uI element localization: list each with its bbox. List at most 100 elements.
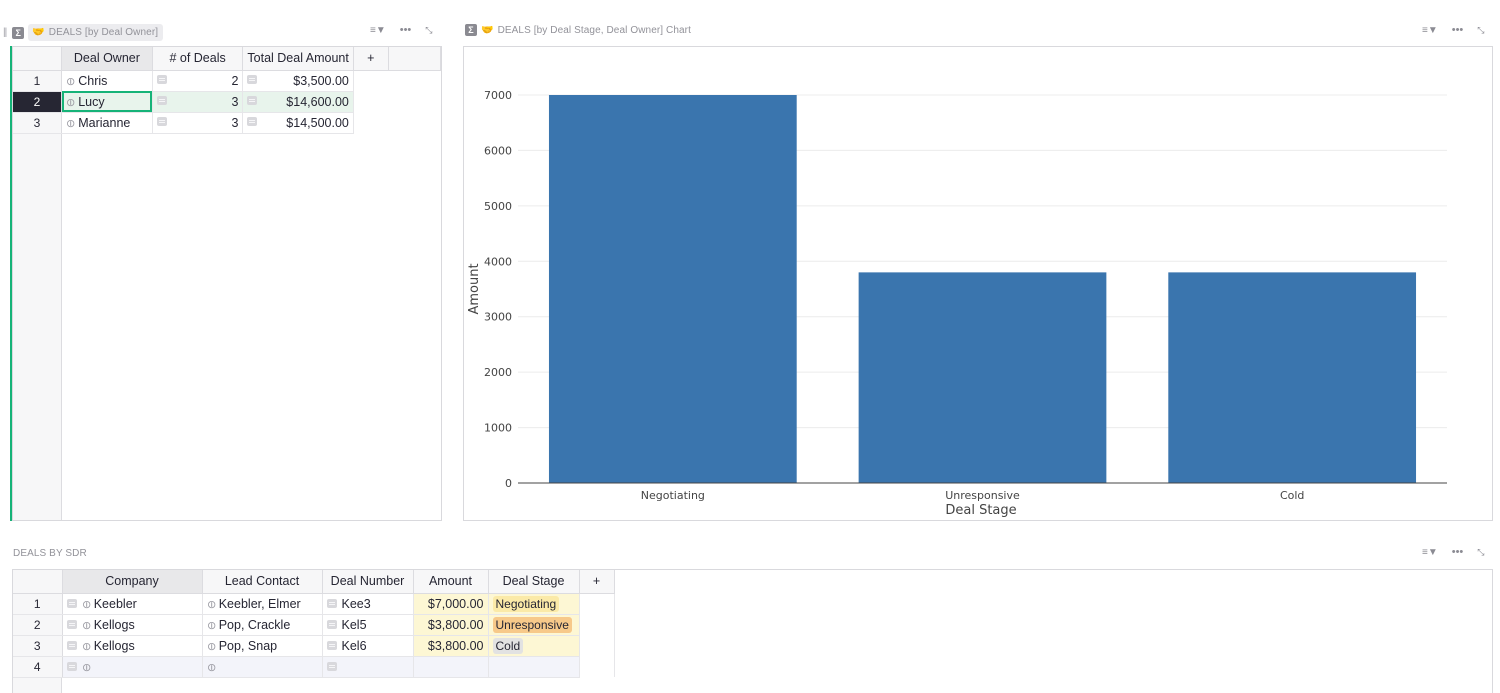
table-row[interactable]: 3 ⊘Marianne 3 $14,500.00	[13, 112, 441, 134]
company-cell[interactable]: ⊘Keebler	[62, 593, 203, 615]
chart-container[interactable]: 0 1000 2000 3000 4000 5000 6000 7000 Negotiating…	[463, 46, 1493, 521]
deals-by-sdr-table[interactable]: Company Lead Contact Deal Number Amount …	[12, 569, 1493, 693]
row-number[interactable]: 2	[13, 91, 63, 113]
more-icon[interactable]: •••	[400, 24, 412, 36]
deal-stage-cell[interactable]: Cold	[488, 635, 580, 657]
chart-widget-title[interactable]: DEALS [by Deal Stage, Deal Owner] Chart	[498, 25, 691, 36]
deal-owner-cell[interactable]: ⊘Marianne	[61, 112, 153, 134]
row-number[interactable]: 3	[13, 112, 63, 134]
expand-icon[interactable]: ⤡	[425, 25, 432, 36]
y-tick-label: 6000	[484, 144, 512, 157]
link-icon: ⊘	[78, 638, 94, 654]
row-number[interactable]: 4	[13, 656, 63, 678]
x-tick-label: Unresponsive	[945, 489, 1020, 502]
reference-icon	[66, 598, 77, 608]
deal-number-cell[interactable]: Kee3	[322, 593, 414, 615]
lead-contact-text: Pop, Snap	[218, 638, 278, 653]
sort-filter-icon[interactable]: ≡▼	[1422, 25, 1438, 36]
num-deals-text: 3	[231, 115, 239, 130]
grip-icon[interactable]: ||	[3, 27, 7, 38]
link-icon: ⊘	[63, 73, 79, 89]
total-amount-cell[interactable]: $3,500.00	[242, 70, 354, 92]
row-number[interactable]: 3	[13, 635, 63, 657]
header-filler	[388, 47, 441, 71]
table-row-add[interactable]: 4 ⊘ ⊘	[13, 656, 615, 678]
reference-icon	[326, 661, 337, 671]
deal-stage-cell[interactable]: Negotiating	[488, 593, 580, 615]
column-header-num-deals[interactable]: # of Deals	[152, 47, 244, 71]
corner-cell[interactable]	[13, 570, 63, 594]
deal-stage-tag: Negotiating	[492, 595, 560, 612]
deal-number-cell[interactable]: Kel5	[322, 614, 414, 636]
sort-filter-icon[interactable]: ≡▼	[370, 25, 386, 36]
y-tick-label: 1000	[484, 422, 512, 435]
add-column-button[interactable]: +	[579, 570, 615, 594]
total-amount-cell[interactable]: $14,600.00	[242, 91, 354, 113]
deal-stage-cell[interactable]	[488, 656, 580, 678]
more-icon[interactable]: •••	[1452, 24, 1464, 36]
column-header-lead-contact[interactable]: Lead Contact	[202, 570, 323, 594]
bar[interactable]	[858, 272, 1107, 483]
deal-number-cell[interactable]	[322, 656, 414, 678]
column-header-amount[interactable]: Amount	[413, 570, 489, 594]
amount-cell[interactable]: $7,000.00	[413, 593, 489, 615]
x-tick-label: Negotiating	[641, 489, 705, 502]
deal-stage-cell[interactable]: Unresponsive	[488, 614, 580, 636]
column-header-deal-owner[interactable]: Deal Owner	[61, 47, 153, 71]
row-number[interactable]: 1	[13, 593, 63, 615]
bar[interactable]	[1168, 272, 1417, 483]
company-cell[interactable]: ⊘Kellogs	[62, 635, 203, 657]
deal-number-text: Kel5	[341, 617, 367, 632]
company-cell[interactable]: ⊘	[62, 656, 203, 678]
lead-contact-text: Keebler, Elmer	[218, 596, 301, 611]
table-row[interactable]: 2 ⊘Lucy 3 $14,600.00	[13, 91, 441, 113]
left-widget-title: DEALS [by Deal Owner]	[48, 27, 159, 38]
company-text: Kellogs	[93, 638, 135, 653]
deals-by-owner-table[interactable]: Deal Owner # of Deals Total Deal Amount …	[12, 46, 442, 521]
bar[interactable]	[548, 95, 797, 483]
y-tick-label: 5000	[484, 200, 512, 213]
amount-cell[interactable]: $3,800.00	[413, 614, 489, 636]
total-amount-text: $14,500.00	[286, 115, 349, 130]
table-row[interactable]: 1 ⊘Keebler ⊘Keebler, Elmer Kee3 $7,000.0…	[13, 593, 615, 615]
more-icon[interactable]: •••	[1452, 546, 1464, 558]
table-row[interactable]: 2 ⊘Kellogs ⊘Pop, Crackle Kel5 $3,800.00 …	[13, 614, 615, 636]
corner-cell[interactable]	[13, 47, 63, 71]
deal-owner-cell[interactable]: ⊘Lucy	[61, 91, 153, 113]
bottom-widget-title[interactable]: DEALS BY SDR	[13, 548, 87, 559]
deal-owner-text: Chris	[78, 73, 108, 88]
add-column-button[interactable]: +	[353, 47, 389, 71]
column-header-total-amount[interactable]: Total Deal Amount	[242, 47, 354, 71]
deal-stage-tag: Unresponsive	[492, 616, 572, 633]
left-widget-title-chip[interactable]: 🤝 DEALS [by Deal Owner]	[28, 24, 164, 41]
table-row[interactable]: 1 ⊘Chris 2 $3,500.00	[13, 70, 441, 92]
lead-contact-cell[interactable]: ⊘Keebler, Elmer	[202, 593, 323, 615]
column-header-company[interactable]: Company	[62, 570, 203, 594]
amount-cell[interactable]	[413, 656, 489, 678]
column-header-deal-number[interactable]: Deal Number	[322, 570, 414, 594]
link-icon: ⊘	[203, 638, 219, 654]
table-row[interactable]: 3 ⊘Kellogs ⊘Pop, Snap Kel6 $3,800.00 Col…	[13, 635, 615, 657]
deal-stage-tag: Cold	[492, 637, 524, 654]
lead-contact-cell[interactable]: ⊘Pop, Snap	[202, 635, 323, 657]
deal-owner-cell[interactable]: ⊘Chris	[61, 70, 153, 92]
num-deals-cell[interactable]: 2	[152, 70, 244, 92]
total-amount-cell[interactable]: $14,500.00	[242, 112, 354, 134]
lead-contact-cell[interactable]: ⊘	[202, 656, 323, 678]
company-text: Kellogs	[93, 617, 135, 632]
deal-number-cell[interactable]: Kel6	[322, 635, 414, 657]
y-tick-label: 7000	[484, 89, 512, 102]
link-icon: ⊘	[78, 659, 94, 675]
lead-contact-cell[interactable]: ⊘Pop, Crackle	[202, 614, 323, 636]
bar-chart[interactable]: 0 1000 2000 3000 4000 5000 6000 7000 Negotiating…	[464, 47, 1492, 520]
expand-icon[interactable]: ⤡	[1477, 547, 1484, 558]
column-header-deal-stage[interactable]: Deal Stage	[488, 570, 580, 594]
num-deals-cell[interactable]: 3	[152, 91, 244, 113]
row-number[interactable]: 1	[13, 70, 63, 92]
company-cell[interactable]: ⊘Kellogs	[62, 614, 203, 636]
expand-icon[interactable]: ⤡	[1477, 25, 1484, 36]
amount-cell[interactable]: $3,800.00	[413, 635, 489, 657]
row-number[interactable]: 2	[13, 614, 63, 636]
sort-filter-icon[interactable]: ≡▼	[1422, 547, 1438, 558]
num-deals-cell[interactable]: 3	[152, 112, 244, 134]
